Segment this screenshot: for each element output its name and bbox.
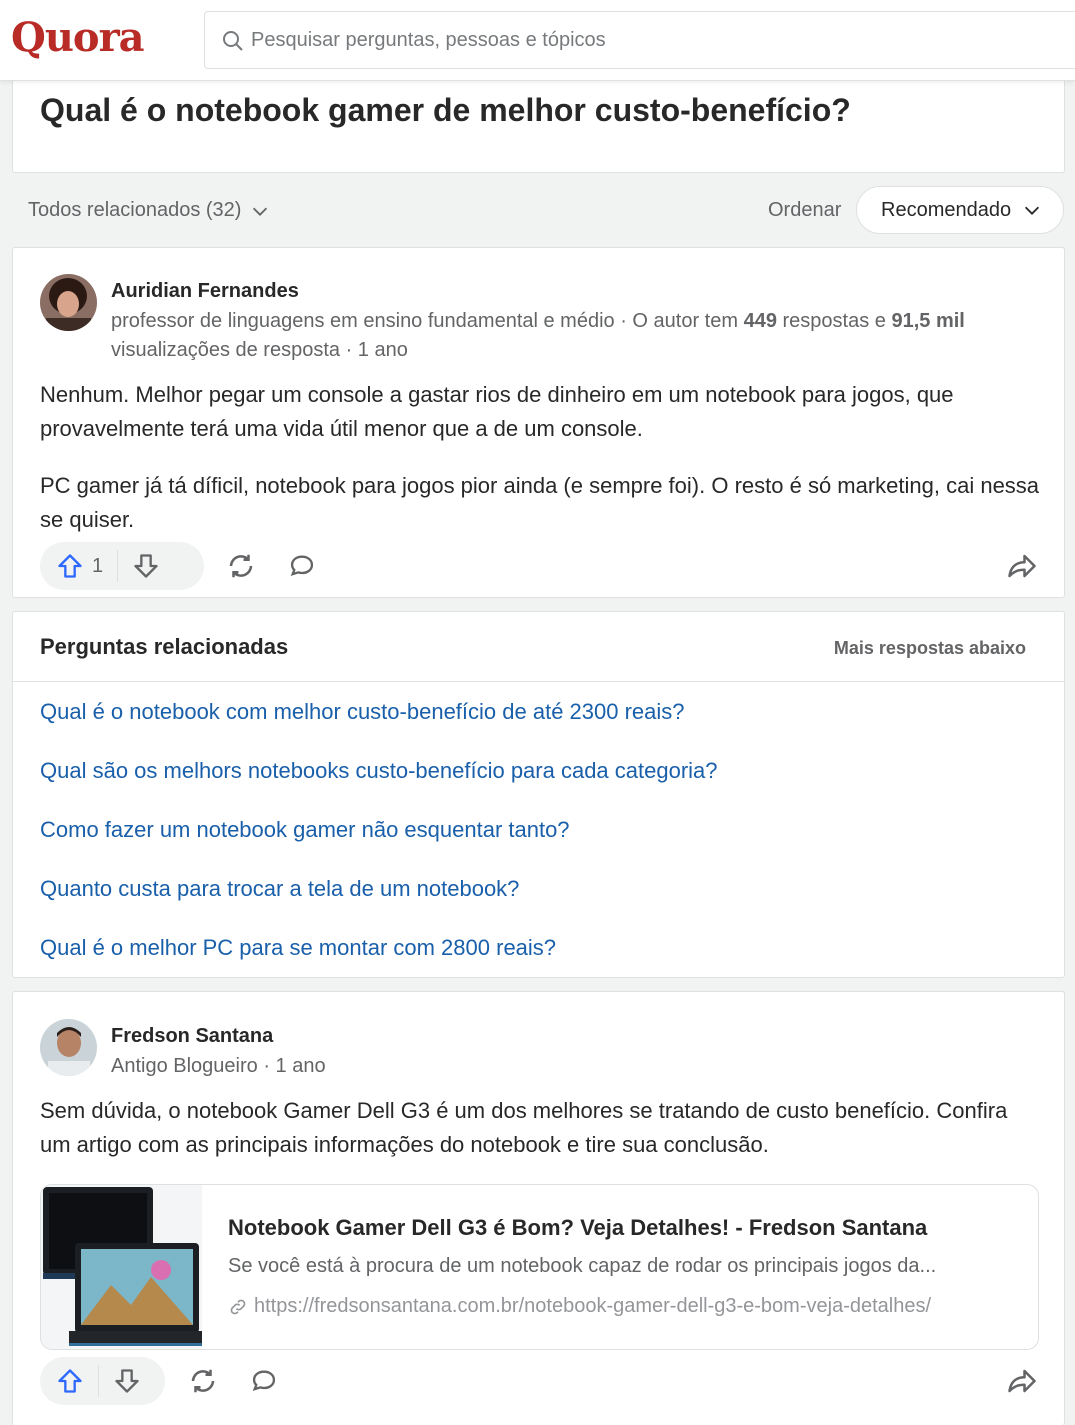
author-credential: Antigo Blogueiro · 1 ano — [111, 1055, 326, 1077]
related-questions-card: Perguntas relacionadas Mais respostas ab… — [12, 611, 1065, 978]
more-answers-below: Mais respostas abaixo — [833, 638, 1026, 658]
downvote-button[interactable] — [118, 542, 176, 590]
share-button[interactable] — [1002, 546, 1042, 586]
upvote-arrow-icon — [58, 554, 82, 578]
vote-bar — [40, 1357, 165, 1405]
avatar[interactable] — [40, 1019, 97, 1076]
related-title: Perguntas relacionadas — [40, 634, 289, 659]
comment-button[interactable] — [282, 546, 322, 586]
answer-paragraph: Nenhum. Melhor pegar um console a gastar… — [40, 382, 954, 441]
chevron-down-icon — [253, 207, 268, 216]
comment-icon — [290, 555, 314, 577]
preview-url: https://fredsonsantana.com.br/notebook-g… — [228, 1295, 931, 1318]
preview-title: Notebook Gamer Dell G3 é Bom? Veja Detal… — [228, 1215, 928, 1240]
avatar[interactable] — [40, 274, 97, 331]
author-name[interactable]: Fredson Santana — [111, 1025, 273, 1048]
author-credential: professor de linguagens em ensino fundam… — [111, 307, 1031, 365]
related-header: Perguntas relacionadas Mais respostas ab… — [13, 612, 1064, 682]
downvote-arrow-icon — [115, 1369, 139, 1393]
credential-prefix: professor de linguagens em ensino fundam… — [111, 310, 744, 332]
related-question-link[interactable]: Como fazer um notebook gamer não esquent… — [40, 817, 570, 843]
answer-paragraph: Sem dúvida, o notebook Gamer Dell G3 é u… — [40, 1098, 1008, 1157]
share-repost-button[interactable] — [221, 546, 261, 586]
answer-text: Sem dúvida, o notebook Gamer Dell G3 é u… — [40, 1094, 1040, 1162]
preview-url-text: https://fredsonsantana.com.br/notebook-g… — [254, 1295, 932, 1317]
related-question-link[interactable]: Qual são os melhors notebooks custo-bene… — [40, 758, 718, 784]
downvote-arrow-icon — [134, 554, 158, 578]
upvote-arrow-icon — [58, 1369, 82, 1393]
search-input[interactable] — [251, 12, 951, 68]
share-repost-button[interactable] — [183, 1361, 223, 1401]
search-box[interactable] — [204, 11, 1075, 69]
link-preview[interactable]: Notebook Gamer Dell G3 é Bom? Veja Detal… — [40, 1184, 1039, 1350]
sort-dropdown[interactable]: Recomendado — [856, 186, 1064, 234]
related-question-link[interactable]: Qual é o notebook com melhor custo-benef… — [40, 699, 685, 725]
answer-card: Auridian Fernandes professor de linguage… — [12, 247, 1065, 598]
answer-paragraph: PC gamer já tá díficil, notebook para jo… — [40, 473, 1040, 532]
credential-mid: respostas e — [776, 310, 892, 332]
quora-logo[interactable]: Quora — [11, 14, 145, 61]
share-arrow-icon — [1008, 554, 1036, 578]
answer-text: Nenhum. Melhor pegar um console a gastar… — [40, 378, 1040, 537]
related-question-link[interactable]: Quanto custa para trocar a tela de um no… — [40, 876, 519, 902]
all-related-filter[interactable]: Todos relacionados (32) — [28, 199, 271, 222]
repost-icon — [191, 1369, 215, 1393]
upvote-count: 1 — [92, 554, 104, 577]
top-bar: Quora — [0, 0, 1075, 81]
share-arrow-icon — [1008, 1369, 1036, 1393]
link-icon — [230, 1299, 246, 1314]
search-icon — [223, 31, 243, 51]
author-name[interactable]: Auridian Fernandes — [111, 280, 299, 303]
share-button[interactable] — [1002, 1361, 1042, 1401]
all-related-label: Todos relacionados (32) — [28, 199, 242, 221]
preview-description: Se você está à procura de um notebook ca… — [228, 1255, 937, 1277]
downvote-button[interactable] — [99, 1357, 157, 1405]
comment-button[interactable] — [244, 1361, 284, 1401]
repost-icon — [229, 554, 253, 578]
sort-value: Recomendado — [881, 198, 1012, 221]
upvote-button[interactable] — [40, 1357, 98, 1405]
comment-icon — [252, 1370, 276, 1392]
vote-bar: 1 — [40, 542, 204, 590]
preview-image — [41, 1185, 202, 1349]
upvote-button[interactable]: 1 — [40, 542, 117, 590]
question-title: Qual é o notebook gamer de melhor custo-… — [40, 92, 851, 128]
chevron-down-icon — [1025, 206, 1040, 215]
sort-label: Ordenar — [768, 199, 842, 221]
question-card: Qual é o notebook gamer de melhor custo-… — [12, 70, 1065, 173]
related-question-link[interactable]: Qual é o melhor PC para se montar com 28… — [40, 935, 556, 961]
answers-count: 449 — [743, 310, 777, 332]
answer-card: Fredson Santana Antigo Blogueiro · 1 ano… — [12, 991, 1065, 1425]
views-count: 91,5 mil — [891, 310, 965, 332]
credential-suffix: visualizações de resposta · 1 ano — [111, 339, 408, 361]
